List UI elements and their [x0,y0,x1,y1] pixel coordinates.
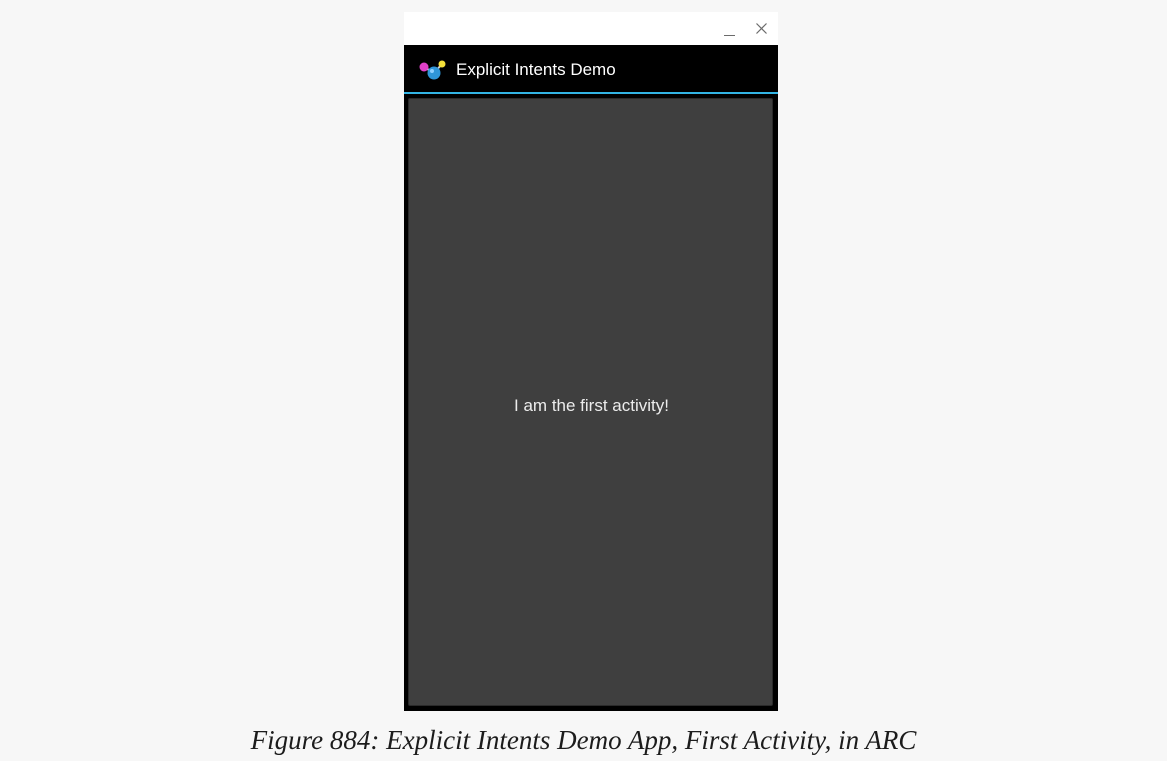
activity-message: I am the first activity! [514,396,669,415]
figure-caption: Figure 884: Explicit Intents Demo App, F… [250,725,917,755]
close-button[interactable] [747,12,775,45]
activity-content: I am the first activity! [408,98,773,706]
window-titlebar[interactable] [404,12,778,45]
app-title: Explicit Intents Demo [456,60,616,79]
minimize-icon [723,35,735,36]
molecule-icon [419,60,446,80]
app-window: Explicit Intents Demo I am the first act… [404,12,778,711]
close-icon [755,23,767,34]
action-bar-divider [404,92,778,94]
minimize-button[interactable] [715,12,743,45]
